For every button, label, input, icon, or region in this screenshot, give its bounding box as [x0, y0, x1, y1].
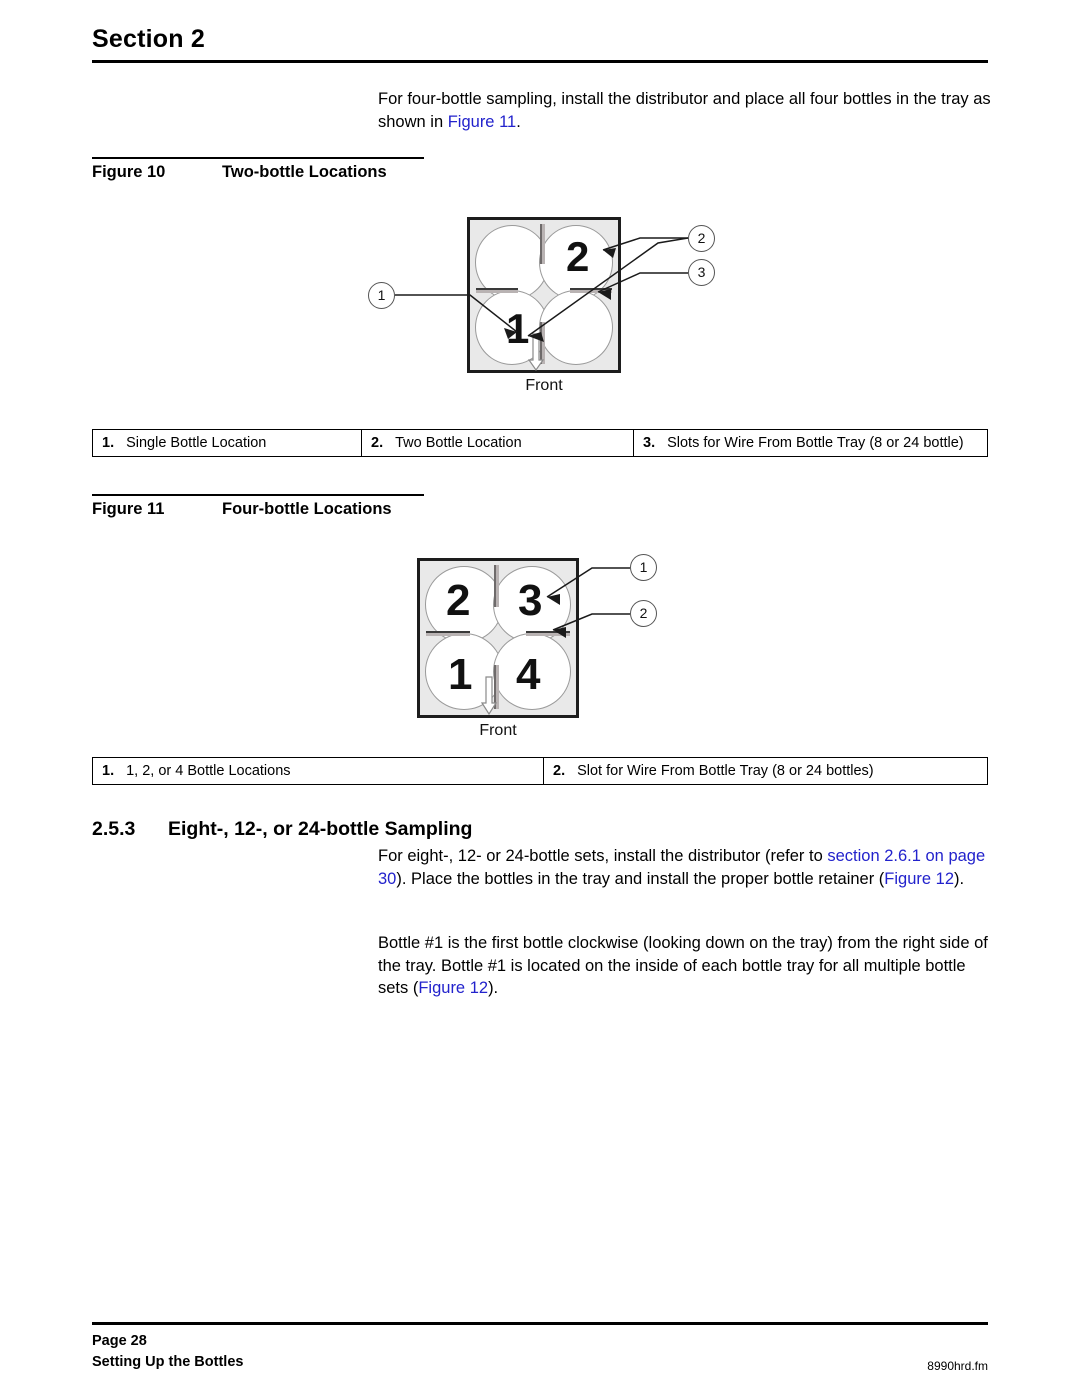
legend-index-2: 2. — [553, 763, 566, 779]
source-filename: 8990hrd.fm — [927, 1359, 988, 1373]
figure-10-callout-3: 3 — [688, 259, 715, 286]
legend-item-2: 2. Slot for Wire From Bottle Tray (8 or … — [543, 758, 987, 784]
subsection-title: Eight-, 12-, or 24-bottle Sampling — [168, 818, 473, 840]
bottle-number-bottom-left: 1 — [448, 650, 473, 699]
paragraph1-part2: ). Place the bottles in the tray and ins… — [396, 869, 885, 888]
legend-index-1: 1. — [102, 435, 115, 451]
figure-10-number: Figure 10 — [92, 163, 166, 181]
intro-paragraph: For four-bottle sampling, install the di… — [378, 88, 992, 133]
figure-11-callout-1: 1 — [630, 554, 657, 581]
figure-11-title: Four-bottle Locations — [222, 500, 392, 518]
legend-index-1: 1. — [102, 763, 115, 779]
subsection-number: 2.5.3 — [92, 818, 136, 840]
figure-11-caption: Figure 11 Four-bottle Locations — [92, 494, 424, 519]
legend-index-3: 3. — [643, 435, 656, 451]
legend-label-1: Single Bottle Location — [126, 435, 267, 451]
figure-11-caption-rule — [92, 494, 424, 496]
figure-10-leader-lines — [395, 237, 689, 342]
figure-12-link-a[interactable]: Figure 12 — [884, 870, 954, 888]
page-header: Section 2 — [92, 25, 988, 63]
bottle-number-top-left: 2 — [446, 576, 471, 625]
figure-10-legend-table: 1. Single Bottle Location 2. Two Bottle … — [92, 429, 988, 457]
paragraph-eight-twelve-twentyfour: For eight-, 12- or 24-bottle sets, insta… — [378, 845, 992, 890]
figure-10-title: Two-bottle Locations — [222, 163, 387, 181]
legend-label-2: Slot for Wire From Bottle Tray (8 or 24 … — [577, 763, 874, 779]
intro-text-after: . — [516, 112, 521, 131]
footer-left-block: Page 28 Setting Up the Bottles — [92, 1331, 243, 1373]
legend-label-1: 1, 2, or 4 Bottle Locations — [126, 763, 291, 779]
figure-12-link-b[interactable]: Figure 12 — [418, 979, 488, 997]
footer-divider — [92, 1322, 988, 1325]
legend-item-3: 3. Slots for Wire From Bottle Tray (8 or… — [633, 430, 987, 456]
figure-10-caption: Figure 10 Two-bottle Locations — [92, 157, 424, 182]
page-title: Section 2 — [92, 25, 205, 53]
figure-10-caption-rule — [92, 157, 424, 159]
legend-label-3: Slots for Wire From Bottle Tray (8 or 24… — [667, 435, 964, 451]
paragraph2-part2: ). — [488, 979, 499, 997]
header-divider — [92, 59, 988, 63]
figure-10-callout-2: 2 — [688, 225, 715, 252]
page-number: Page 28 — [92, 1333, 147, 1349]
paragraph-bottle-one: Bottle #1 is the first bottle clockwise … — [378, 932, 992, 1000]
figure-11-link[interactable]: Figure 11 — [448, 113, 516, 131]
figure-11-front-label: Front — [479, 722, 517, 739]
figure-11-callout-2: 2 — [630, 600, 657, 627]
subsection-heading: 2.5.3 Eight-, 12-, or 24-bottle Sampling — [92, 818, 472, 841]
paragraph1-part3: ). — [954, 869, 965, 888]
legend-item-2: 2. Two Bottle Location — [361, 430, 633, 456]
figure-11-number: Figure 11 — [92, 500, 165, 518]
legend-item-1: 1. 1, 2, or 4 Bottle Locations — [93, 758, 543, 784]
legend-item-1: 1. Single Bottle Location — [93, 430, 361, 456]
figure-10-callout-1: 1 — [368, 282, 395, 309]
figure-11-legend-table: 1. 1, 2, or 4 Bottle Locations 2. Slot f… — [92, 757, 988, 785]
chapter-name: Setting Up the Bottles — [92, 1354, 244, 1370]
legend-index-2: 2. — [371, 435, 384, 451]
paragraph1-part1: For eight-, 12- or 24-bottle sets, insta… — [378, 847, 828, 865]
legend-label-2: Two Bottle Location — [395, 435, 522, 451]
